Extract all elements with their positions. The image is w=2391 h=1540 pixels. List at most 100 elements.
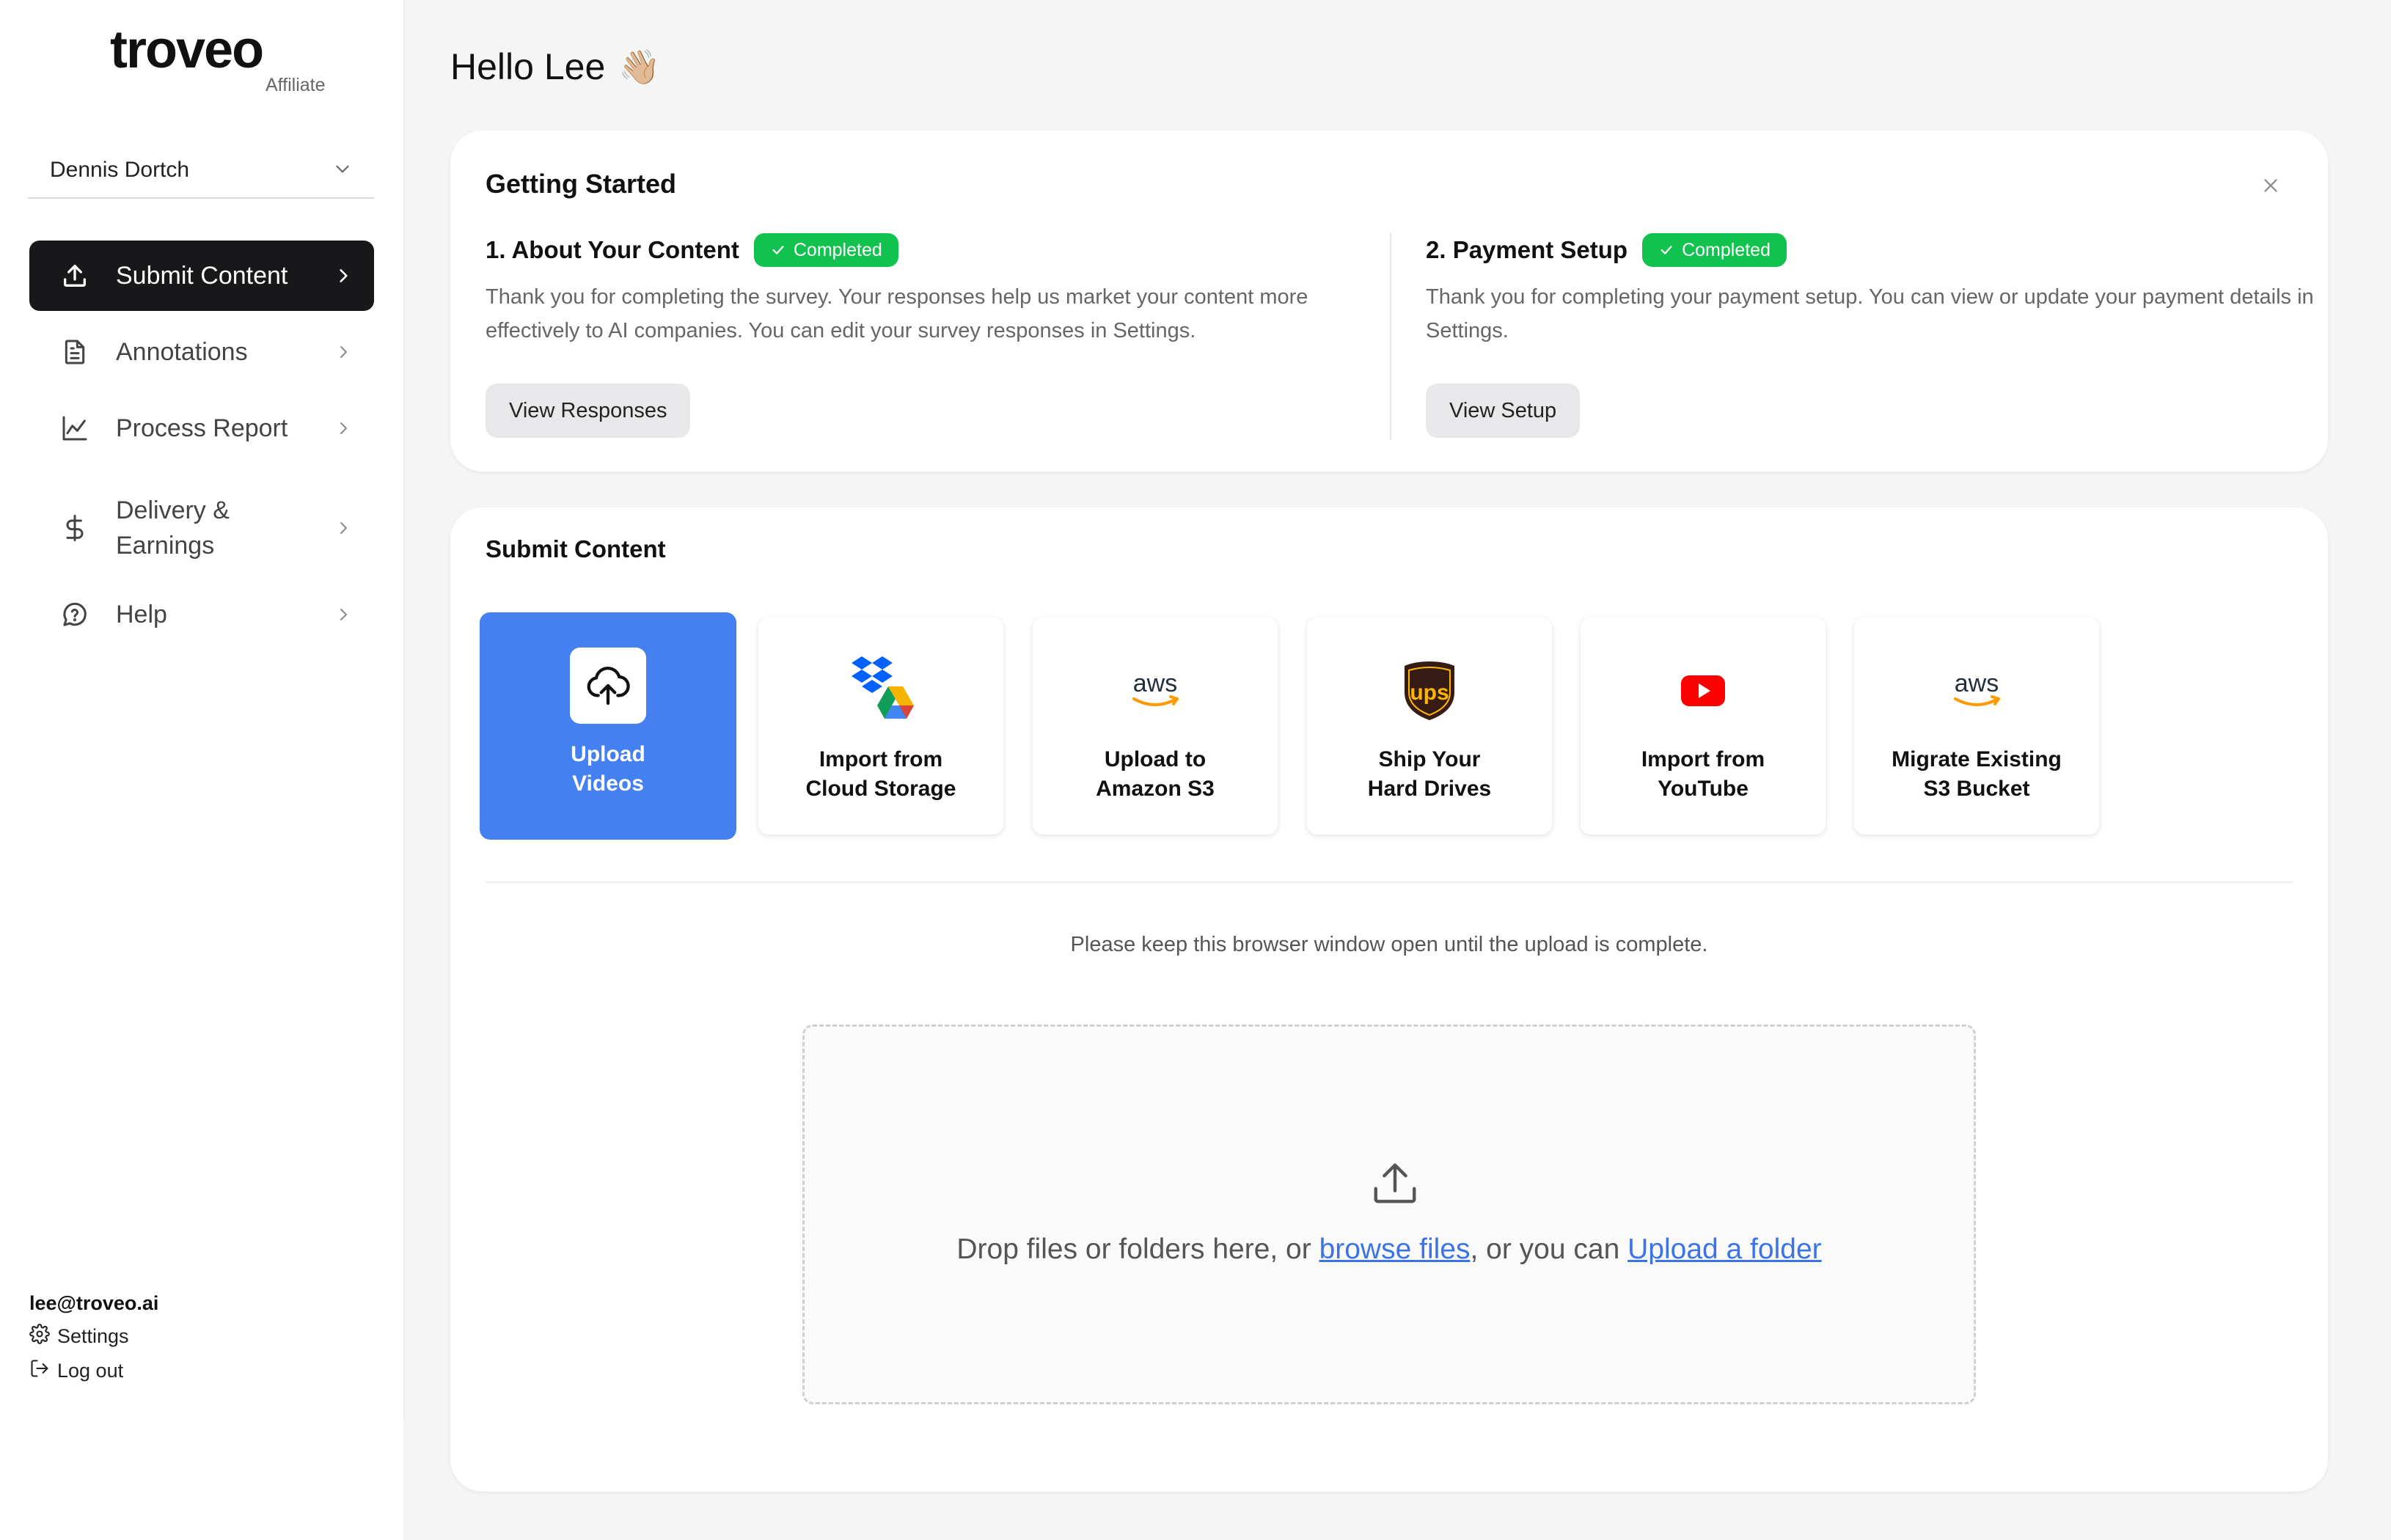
- nav-item-annotations[interactable]: Annotations: [29, 317, 374, 387]
- getting-started-card: Getting Started 1. About Your Content Co…: [450, 131, 2328, 472]
- option-label: Upload Videos: [498, 740, 718, 799]
- logo-subtitle: Affiliate: [266, 75, 326, 95]
- nav-label-process-report: Process Report: [116, 414, 288, 442]
- troveo-logo[interactable]: troveo Affiliate: [110, 19, 326, 95]
- status-badge-label: Completed: [1682, 239, 1771, 260]
- svg-text:aws: aws: [1955, 670, 1999, 697]
- upload-amazon-s3-option[interactable]: aws Upload to Amazon S3: [1033, 617, 1278, 835]
- option-label-line2: Amazon S3: [1096, 777, 1215, 801]
- import-cloud-storage-option[interactable]: Import from Cloud Storage: [758, 617, 1003, 835]
- option-label-line1: Migrate Existing: [1892, 747, 2062, 771]
- settings-link[interactable]: Settings: [29, 1324, 158, 1349]
- nav-item-help[interactable]: Help: [29, 579, 374, 650]
- dropzone-prefix: Drop files or folders here, or: [956, 1233, 1319, 1265]
- cloud-upload-icon: [570, 648, 646, 724]
- svg-text:ups: ups: [1410, 681, 1449, 705]
- getting-started-title: Getting Started: [486, 169, 677, 199]
- option-label-line1: Upload to: [1104, 747, 1207, 771]
- chevron-right-icon: [333, 418, 354, 439]
- nav-label-delivery-earnings: Delivery & Earnings: [116, 496, 230, 560]
- logout-link[interactable]: Log out: [29, 1358, 158, 1384]
- option-label-line1: Import from: [1641, 747, 1765, 771]
- option-label: Import from Cloud Storage: [771, 745, 991, 804]
- account-email: lee@troveo.ai: [29, 1292, 159, 1314]
- status-badge: Completed: [1642, 233, 1787, 267]
- aws-icon: aws: [1938, 653, 2015, 729]
- status-badge-label: Completed: [793, 239, 882, 260]
- nav-label-annotations: Annotations: [116, 338, 248, 366]
- sidebar: troveo Affiliate Dennis Dortch Submit Co…: [0, 0, 405, 1419]
- account-selector[interactable]: Dennis Dortch: [28, 143, 374, 199]
- migrate-s3-bucket-option[interactable]: aws Migrate Existing S3 Bucket: [1854, 617, 2099, 835]
- step-title: 1. About Your Content: [486, 236, 739, 263]
- option-label-line2: Hard Drives: [1367, 777, 1492, 801]
- nav-label-help: Help: [116, 601, 167, 628]
- logout-label: Log out: [57, 1360, 124, 1382]
- settings-label: Settings: [57, 1325, 129, 1347]
- upload-icon: [59, 260, 91, 292]
- chevron-right-icon: [333, 604, 354, 625]
- greeting-text: Hello Lee: [450, 46, 606, 87]
- option-label: Migrate Existing S3 Bucket: [1867, 745, 2087, 804]
- document-icon: [59, 336, 91, 368]
- dropzone-text: Drop files or folders here, or browse fi…: [805, 1233, 1974, 1266]
- option-label-line2: S3 Bucket: [1923, 777, 2030, 801]
- submit-content-title: Submit Content: [486, 535, 666, 562]
- step-payment-setup: 2. Payment Setup Completed Thank you for…: [1426, 233, 2328, 348]
- browse-files-link[interactable]: browse files: [1319, 1233, 1471, 1265]
- step-description: Thank you for completing your payment se…: [1426, 285, 2314, 342]
- ship-hard-drives-option[interactable]: ups Ship Your Hard Drives: [1307, 617, 1552, 835]
- upload-videos-option[interactable]: Upload Videos: [480, 612, 736, 840]
- nav-item-process-report[interactable]: Process Report: [29, 393, 374, 463]
- chevron-right-icon: [333, 518, 354, 538]
- option-label-line2: Videos: [572, 771, 644, 796]
- section-divider: [486, 881, 2293, 883]
- option-label: Import from YouTube: [1593, 745, 1813, 804]
- chevron-right-icon: [333, 342, 354, 362]
- account-panel: lee@troveo.ai Settings Log out: [29, 1292, 158, 1393]
- sidebar-footer-area: [0, 1419, 403, 1540]
- view-responses-button[interactable]: View Responses: [486, 384, 691, 438]
- check-icon: [1660, 246, 1672, 254]
- submit-content-card: Submit Content Upload Videos Import from…: [450, 507, 2328, 1492]
- chevron-down-icon: [333, 159, 352, 182]
- status-badge: Completed: [753, 233, 898, 267]
- import-youtube-option[interactable]: Import from YouTube: [1581, 617, 1826, 835]
- upload-folder-link[interactable]: Upload a folder: [1627, 1233, 1822, 1265]
- dollar-icon: [59, 512, 91, 544]
- close-icon[interactable]: [2256, 171, 2285, 200]
- logo-wordmark: troveo: [110, 21, 264, 79]
- option-label: Upload to Amazon S3: [1045, 745, 1265, 804]
- option-label-line2: Cloud Storage: [805, 777, 956, 801]
- option-label-line1: Ship Your: [1378, 747, 1481, 771]
- waving-hand-emoji: 👋🏼: [618, 47, 661, 86]
- file-dropzone[interactable]: Drop files or folders here, or browse fi…: [802, 1024, 1976, 1404]
- view-setup-button[interactable]: View Setup: [1426, 384, 1581, 438]
- account-selector-value: Dennis Dortch: [50, 158, 190, 182]
- step-title: 2. Payment Setup: [1426, 236, 1628, 263]
- nav-label-submit-content: Submit Content: [116, 262, 288, 290]
- dropbox-drive-icon: [843, 653, 919, 729]
- help-bubble-icon: [59, 598, 91, 631]
- greeting: Hello Lee 👋🏼: [450, 45, 661, 88]
- step-description: Thank you for completing the survey. You…: [486, 285, 1308, 342]
- upload-icon: [1369, 1159, 1421, 1214]
- svg-text:aws: aws: [1133, 670, 1177, 697]
- dropzone-middle: , or you can: [1470, 1233, 1628, 1265]
- check-icon: [772, 246, 784, 254]
- nav-item-delivery-earnings[interactable]: Delivery & Earnings: [29, 485, 374, 571]
- line-chart-icon: [59, 412, 91, 444]
- nav-item-submit-content[interactable]: Submit Content: [29, 241, 374, 311]
- youtube-icon: [1665, 653, 1741, 729]
- ups-icon: ups: [1391, 653, 1468, 729]
- logout-icon: [29, 1358, 57, 1384]
- step-about-content: 1. About Your Content Completed Thank yo…: [486, 233, 1388, 348]
- upload-notice: Please keep this browser window open unt…: [1070, 933, 1708, 956]
- option-label: Ship Your Hard Drives: [1319, 745, 1539, 804]
- chevron-right-icon: [333, 265, 354, 286]
- option-label-line2: YouTube: [1658, 777, 1749, 801]
- option-label-line1: Import from: [819, 747, 943, 771]
- aws-icon: aws: [1117, 653, 1193, 729]
- column-divider: [1390, 233, 1391, 440]
- option-label-line1: Upload: [571, 742, 645, 766]
